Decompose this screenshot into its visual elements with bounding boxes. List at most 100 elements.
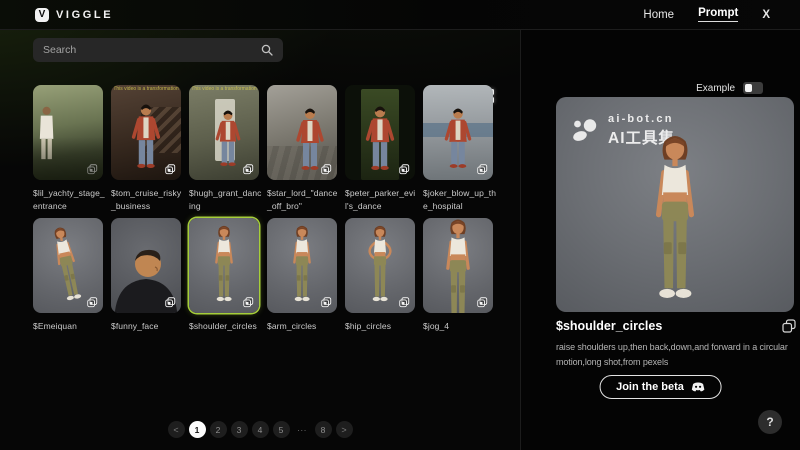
pagination-prev-button[interactable]: <: [168, 421, 185, 438]
figure-light-person: [35, 106, 58, 164]
gallery-row-1: $lil_yachty_stage_entrance This video is…: [33, 85, 495, 213]
detail-panel: Example ai-bot.cn AI工具集: [520, 30, 800, 450]
copy-icon[interactable]: [782, 319, 796, 333]
card-label: $arm_circles: [267, 320, 341, 333]
join-beta-label: Join the beta: [616, 381, 684, 393]
figure-cartoon-woman: [284, 224, 321, 302]
card-hugh-grant[interactable]: This video is a transformation $hugh_gra…: [189, 85, 259, 213]
header-nav: Home Prompt X: [643, 7, 770, 22]
copy-icon: [399, 297, 410, 308]
thumbnail-watermark-text: This video is a transformation: [189, 86, 259, 92]
card-jog-4[interactable]: $jog_4: [423, 218, 493, 333]
card-label: $hip_circles: [345, 320, 419, 333]
copy-icon: [165, 297, 176, 308]
example-toggle[interactable]: [743, 82, 763, 94]
card-hip-circles[interactable]: $hip_circles: [345, 218, 415, 333]
card-star-lord[interactable]: $star_lord_"dance_off_bro": [267, 85, 337, 213]
example-toggle-row: Example: [696, 82, 763, 94]
pagination-page-8[interactable]: 8: [315, 421, 332, 438]
pagination: < 1 2 3 4 5 ··· 8 >: [0, 421, 520, 438]
pagination-ellipsis: ···: [294, 421, 311, 438]
copy-icon: [477, 164, 488, 175]
detail-title: $shoulder_circles: [556, 319, 662, 333]
card-arm-circles[interactable]: $arm_circles: [267, 218, 337, 333]
thumbnail-image: [111, 218, 181, 313]
figure-cartoon-woman-large: [636, 132, 715, 300]
header: V VIGGLE Home Prompt X: [0, 0, 800, 30]
search-icon: [261, 44, 273, 56]
viggle-logo-icon: V: [35, 8, 49, 22]
card-label: $Emeiquan: [33, 320, 107, 333]
card-joker[interactable]: $joker_blow_up_the_hospital: [423, 85, 493, 213]
copy-icon: [243, 164, 254, 175]
figure-red-shirt-man: [131, 104, 162, 168]
figure-red-shirt-man: [214, 110, 241, 166]
gallery-row-2: $Emeiquan $funny_face: [33, 218, 495, 333]
thumbnail-image: [267, 85, 337, 180]
figure-cartoon-woman: [206, 224, 243, 302]
thumbnail-image: [267, 218, 337, 313]
pagination-page-5[interactable]: 5: [273, 421, 290, 438]
template-grid: $lil_yachty_stage_entrance This video is…: [33, 85, 495, 333]
search-placeholder: Search: [43, 44, 76, 56]
card-lil-yachty[interactable]: $lil_yachty_stage_entrance: [33, 85, 103, 213]
join-beta-button[interactable]: Join the beta: [599, 375, 722, 399]
brand[interactable]: V VIGGLE: [35, 8, 113, 22]
viggle-app: V VIGGLE Home Prompt X Search: [0, 0, 800, 450]
ai-bot-logo-icon: [572, 119, 600, 143]
copy-icon: [321, 164, 332, 175]
search-input[interactable]: Search: [33, 38, 283, 62]
thumbnail-image: [33, 218, 103, 313]
card-label: $hugh_grant_dancing: [189, 187, 263, 213]
pagination-page-3[interactable]: 3: [231, 421, 248, 438]
thumbnail-watermark-text: This video is a transformation: [111, 86, 181, 92]
pagination-page-1[interactable]: 1: [189, 421, 206, 438]
card-label: $funny_face: [111, 320, 185, 333]
watermark-line1: ai-bot.cn: [608, 113, 675, 125]
discord-icon: [692, 382, 705, 392]
detail-description: raise shoulders up,then back,down,and fo…: [556, 340, 800, 371]
detail-title-row: $shoulder_circles: [556, 319, 796, 333]
brand-name: VIGGLE: [56, 9, 113, 21]
copy-icon: [165, 164, 176, 175]
main-content: Search $lil_yac: [0, 30, 800, 450]
copy-icon: [87, 164, 98, 175]
copy-icon: [87, 297, 98, 308]
thumbnail-image: This video is a transformation: [111, 85, 181, 180]
thumbnail-image: [345, 218, 415, 313]
card-label: $shoulder_circles: [189, 320, 263, 333]
copy-icon: [321, 297, 332, 308]
help-button[interactable]: ?: [758, 410, 782, 434]
example-label: Example: [696, 83, 735, 94]
copy-icon: [399, 164, 410, 175]
copy-icon: [243, 297, 254, 308]
copy-icon: [477, 297, 488, 308]
card-label: $jog_4: [423, 320, 497, 333]
thumbnail-image: This video is a transformation: [189, 85, 259, 180]
figure-red-shirt-man: [295, 108, 325, 170]
thumbnail-image: [33, 85, 103, 180]
card-label: $tom_cruise_risky_business: [111, 187, 185, 213]
toggle-knob: [745, 84, 752, 92]
card-tom-cruise[interactable]: This video is a transformation $tom_crui…: [111, 85, 181, 213]
card-shoulder-circles[interactable]: $shoulder_circles: [189, 218, 259, 333]
nav-prompt[interactable]: Prompt: [698, 7, 738, 22]
pagination-page-4[interactable]: 4: [252, 421, 269, 438]
figure-red-shirt-man: [443, 108, 472, 168]
pagination-next-button[interactable]: >: [336, 421, 353, 438]
card-label: $lil_yachty_stage_entrance: [33, 187, 107, 213]
card-funny-face[interactable]: $funny_face: [111, 218, 181, 333]
pagination-page-2[interactable]: 2: [210, 421, 227, 438]
nav-x[interactable]: X: [762, 9, 770, 21]
card-label: $joker_blow_up_the_hospital: [423, 187, 497, 213]
card-peter-parker[interactable]: $peter_parker_evil's_dance: [345, 85, 415, 213]
preview-image: ai-bot.cn AI工具集: [556, 97, 794, 312]
card-label: $peter_parker_evil's_dance: [345, 187, 419, 213]
card-label: $star_lord_"dance_off_bro": [267, 187, 341, 213]
card-emeiquan[interactable]: $Emeiquan: [33, 218, 103, 333]
thumbnail-image: [423, 85, 493, 180]
thumbnail-image-selected: [189, 218, 259, 313]
nav-home[interactable]: Home: [643, 9, 674, 21]
thumbnail-image: [423, 218, 493, 313]
figure-cartoon-woman-hands-on-hips: [362, 224, 399, 302]
